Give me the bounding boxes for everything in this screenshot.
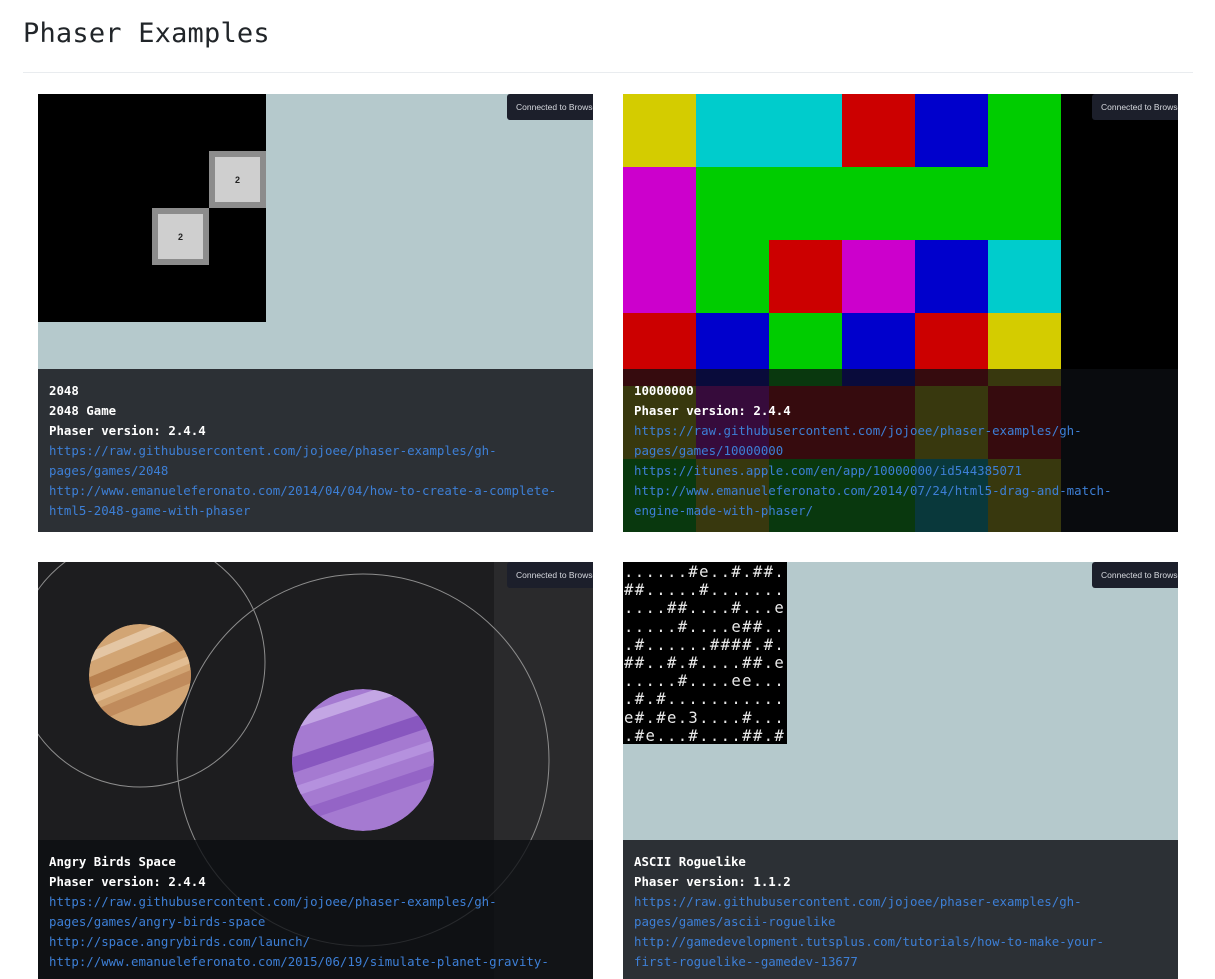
game-card-2048[interactable]: 2 2 Connected to Browse 2048 2048 Game P… [38, 94, 593, 532]
card-info-panel: 10000000 Phaser version: 2.4.4 https://r… [623, 369, 1178, 532]
grid-cell [842, 94, 915, 167]
grid-cell [623, 240, 696, 313]
game-title: 10000000 [634, 383, 694, 398]
card-info-panel: Angry Birds Space Phaser version: 2.4.4 … [38, 840, 593, 979]
grid-cell [988, 167, 1061, 240]
grid-cell [769, 94, 842, 167]
tutorial-link[interactable]: http://www.emanueleferonato.com/2015/06/… [49, 952, 582, 972]
phaser-version: Phaser version: 2.4.4 [634, 403, 791, 418]
game-card-angry-birds-space[interactable]: Connected to Browse Angry Birds Space Ph… [38, 562, 593, 979]
connection-badge: Connected to Browse [1092, 562, 1178, 588]
grid-cell [915, 94, 988, 167]
grid-cell [988, 240, 1061, 313]
tutorial-link[interactable]: http://www.emanueleferonato.com/2014/07/… [634, 481, 1167, 521]
tutorial-link[interactable]: http://gamedevelopment.tutsplus.com/tuto… [634, 932, 1167, 972]
game-title: 2048 Game [49, 403, 117, 418]
phaser-version: Phaser version: 2.4.4 [49, 874, 206, 889]
grid-cell [623, 94, 696, 167]
grid-cell [696, 167, 769, 240]
source-link[interactable]: https://raw.githubusercontent.com/jojoee… [49, 892, 582, 932]
grid-cell [769, 240, 842, 313]
app-store-link[interactable]: https://itunes.apple.com/en/app/10000000… [634, 461, 1167, 481]
card-info-panel: 2048 2048 Game Phaser version: 2.4.4 htt… [38, 369, 593, 532]
game-board-2048[interactable]: 2 2 [38, 94, 266, 322]
connection-badge: Connected to Browse [1092, 94, 1178, 120]
grid-cell [842, 167, 915, 240]
official-site-link[interactable]: http://space.angrybirds.com/launch/ [49, 932, 582, 952]
grid-cell [696, 94, 769, 167]
card-info-panel: ASCII Roguelike Phaser version: 1.1.2 ht… [623, 840, 1178, 979]
grid-cell [915, 240, 988, 313]
game-card-ascii-roguelike[interactable]: ......#e..#.##. ##.....#....... ....##..… [623, 562, 1178, 979]
grid-cell [988, 94, 1061, 167]
grid-cell [915, 167, 988, 240]
tile-value: 2 [158, 214, 203, 259]
game-card-10000000[interactable]: Connected to Browse 10000000 Phaser vers… [623, 94, 1178, 532]
phaser-version: Phaser version: 2.4.4 [49, 423, 206, 438]
planet-orange [89, 624, 191, 726]
grid-cell [623, 167, 696, 240]
number-tile: 2 [209, 151, 266, 208]
game-id: 2048 [49, 383, 79, 398]
source-link[interactable]: https://raw.githubusercontent.com/jojoee… [634, 892, 1167, 932]
source-link[interactable]: https://raw.githubusercontent.com/jojoee… [634, 421, 1167, 461]
game-title: Angry Birds Space [49, 854, 176, 869]
grid-cell [769, 167, 842, 240]
connection-badge: Connected to Browse [507, 562, 593, 588]
grid-cell [842, 240, 915, 313]
ascii-map[interactable]: ......#e..#.##. ##.....#....... ....##..… [623, 562, 787, 744]
title-divider [23, 72, 1193, 73]
game-title: ASCII Roguelike [634, 854, 746, 869]
number-tile: 2 [152, 208, 209, 265]
tutorial-link[interactable]: http://www.emanueleferonato.com/2014/04/… [49, 481, 582, 521]
planet-purple [292, 689, 434, 831]
phaser-version: Phaser version: 1.1.2 [634, 874, 791, 889]
tile-value: 2 [215, 157, 260, 202]
connection-badge: Connected to Browse [507, 94, 593, 120]
page-title: Phaser Examples [23, 18, 270, 49]
source-link[interactable]: https://raw.githubusercontent.com/jojoee… [49, 441, 582, 481]
grid-cell [696, 240, 769, 313]
